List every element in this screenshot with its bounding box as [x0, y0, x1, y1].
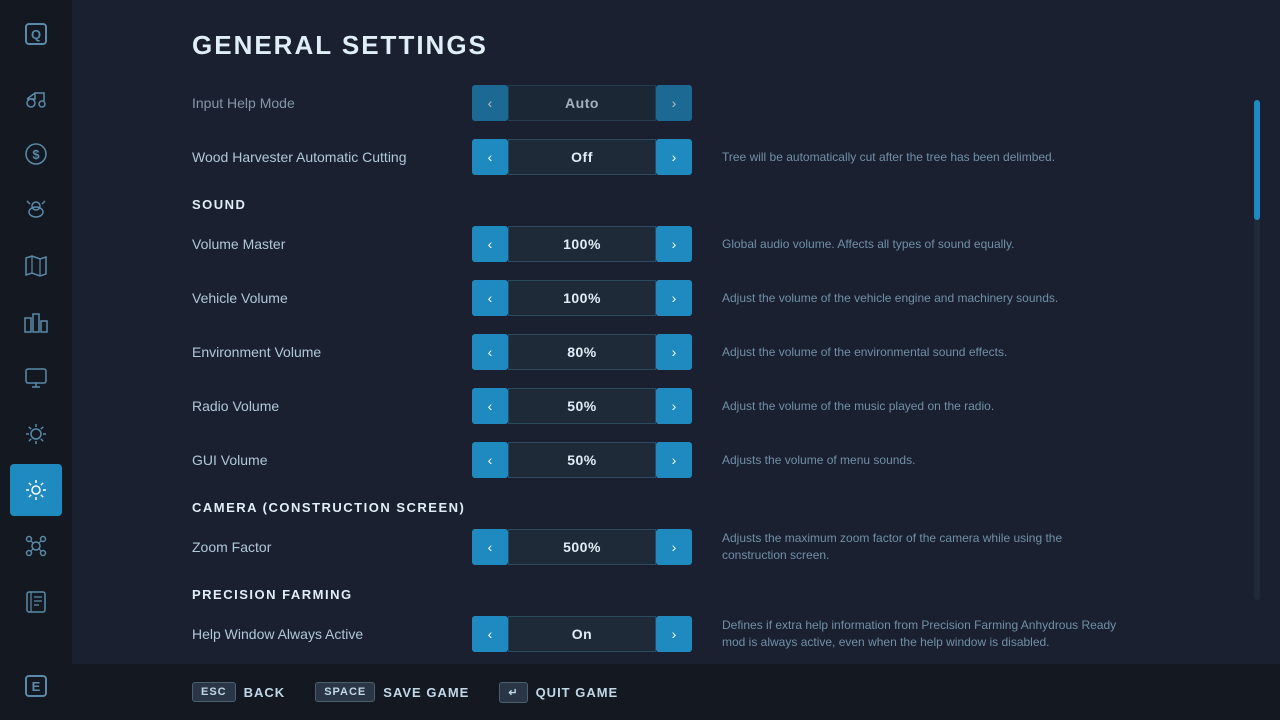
control-zoom-factor: ‹500%› [472, 529, 692, 565]
prev-btn-vehicle-volume[interactable]: ‹ [472, 280, 508, 316]
svg-text:E: E [32, 679, 41, 694]
setting-row-radio-volume: Radio Volume‹50%› Adjust the volume of th… [192, 384, 1220, 428]
sound-section: Volume Master‹100%›Global audio volume. … [192, 222, 1220, 482]
next-btn-environment-volume[interactable]: › [656, 334, 692, 370]
value-radio-volume: 50% [508, 388, 656, 424]
next-btn-volume-master[interactable]: › [656, 226, 692, 262]
sidebar-item-tractor[interactable] [10, 72, 62, 124]
bottom-bar: ESC BACK SPACE SAVE GAME ↵ QUIT GAME [72, 664, 1280, 720]
label-volume-master: Volume Master [192, 236, 472, 252]
desc-volume-master: Global audio volume. Affects all types o… [722, 236, 1014, 253]
wood-harvester-control: ‹ Off › [472, 139, 692, 175]
control-help-window: ‹On› [472, 616, 692, 652]
prev-btn-help-window[interactable]: ‹ [472, 616, 508, 652]
setting-row-environment-volume: Environment Volume‹80%› Adjust the volume… [192, 330, 1220, 374]
desc-help-window: Defines if extra help information from P… [722, 617, 1122, 651]
scrollbar-thumb[interactable] [1254, 100, 1260, 220]
label-zoom-factor: Zoom Factor [192, 539, 472, 555]
control-volume-master: ‹100%› [472, 226, 692, 262]
settings-area[interactable]: Input Help Mode ‹ Auto › Wood Harvester … [192, 81, 1240, 681]
prev-btn-volume-master[interactable]: ‹ [472, 226, 508, 262]
next-btn-zoom-factor[interactable]: › [656, 529, 692, 565]
sidebar-item-q[interactable]: Q [10, 8, 62, 60]
setting-row-help-window: Help Window Always Active‹On› Defines if … [192, 612, 1220, 656]
desc-vehicle-volume: Adjust the volume of the vehicle engine … [722, 290, 1058, 307]
quit-action[interactable]: ↵ QUIT GAME [499, 682, 618, 703]
sidebar-item-network[interactable] [10, 520, 62, 572]
back-label: BACK [244, 685, 286, 700]
scrollbar-track[interactable] [1254, 100, 1260, 600]
space-key: SPACE [315, 682, 375, 702]
setting-row-volume-master: Volume Master‹100%› Global audio volume. … [192, 222, 1220, 266]
esc-key: ESC [192, 682, 236, 702]
value-environment-volume: 80% [508, 334, 656, 370]
partial-setting-row: Input Help Mode ‹ Auto › [192, 81, 1220, 125]
sidebar-item-e[interactable]: E [10, 660, 62, 712]
partial-control: ‹ Auto › [472, 85, 692, 121]
save-label: SAVE GAME [383, 685, 469, 700]
main-content: GENERAL SETTINGS Input Help Mode ‹ Auto … [72, 0, 1280, 720]
wood-harvester-value: Off [508, 139, 656, 175]
label-help-window: Help Window Always Active [192, 626, 472, 642]
desc-radio-volume: Adjust the volume of the music played on… [722, 398, 994, 415]
partial-next-btn[interactable]: › [656, 85, 692, 121]
prev-btn-zoom-factor[interactable]: ‹ [472, 529, 508, 565]
quit-label: QUIT GAME [536, 685, 619, 700]
desc-zoom-factor: Adjusts the maximum zoom factor of the c… [722, 530, 1122, 564]
setting-row-gui-volume: GUI Volume‹50%› Adjusts the volume of men… [192, 438, 1220, 482]
partial-prev-btn[interactable]: ‹ [472, 85, 508, 121]
prev-btn-radio-volume[interactable]: ‹ [472, 388, 508, 424]
value-help-window: On [508, 616, 656, 652]
next-btn-help-window[interactable]: › [656, 616, 692, 652]
desc-environment-volume: Adjust the volume of the environmental s… [722, 344, 1007, 361]
value-volume-master: 100% [508, 226, 656, 262]
control-radio-volume: ‹50%› [472, 388, 692, 424]
value-zoom-factor: 500% [508, 529, 656, 565]
enter-key: ↵ [499, 682, 527, 703]
save-action[interactable]: SPACE SAVE GAME [315, 682, 469, 702]
svg-text:$: $ [32, 147, 40, 162]
sidebar-item-machine[interactable] [10, 408, 62, 460]
camera-section: Zoom Factor‹500%› Adjusts the maximum zoo… [192, 525, 1220, 569]
wood-harvester-desc: Tree will be automatically cut after the… [722, 149, 1055, 166]
label-environment-volume: Environment Volume [192, 344, 472, 360]
wood-harvester-label: Wood Harvester Automatic Cutting [192, 149, 472, 165]
control-vehicle-volume: ‹100%› [472, 280, 692, 316]
svg-text:Q: Q [31, 27, 41, 42]
page-title: GENERAL SETTINGS [192, 30, 1240, 61]
sidebar-item-production[interactable] [10, 296, 62, 348]
sidebar-item-map[interactable] [10, 240, 62, 292]
desc-gui-volume: Adjusts the volume of menu sounds. [722, 452, 915, 469]
back-action[interactable]: ESC BACK [192, 682, 285, 702]
sidebar-item-money[interactable]: $ [10, 128, 62, 180]
wood-harvester-row: Wood Harvester Automatic Cutting ‹ Off ›… [192, 135, 1220, 179]
sound-section-header: SOUND [192, 197, 1220, 212]
sidebar: Q $ [0, 0, 72, 720]
precision-section-header: PRECISION FARMING [192, 587, 1220, 602]
sidebar-item-settings[interactable] [10, 464, 62, 516]
partial-value: Auto [508, 85, 656, 121]
camera-section-header: CAMERA (CONSTRUCTION SCREEN) [192, 500, 1220, 515]
precision-section: Help Window Always Active‹On› Defines if … [192, 612, 1220, 656]
next-btn-vehicle-volume[interactable]: › [656, 280, 692, 316]
wood-harvester-next-btn[interactable]: › [656, 139, 692, 175]
prev-btn-environment-volume[interactable]: ‹ [472, 334, 508, 370]
control-environment-volume: ‹80%› [472, 334, 692, 370]
setting-row-vehicle-volume: Vehicle Volume‹100%› Adjust the volume of… [192, 276, 1220, 320]
sidebar-item-animals[interactable] [10, 184, 62, 236]
label-gui-volume: GUI Volume [192, 452, 472, 468]
label-radio-volume: Radio Volume [192, 398, 472, 414]
wood-harvester-prev-btn[interactable]: ‹ [472, 139, 508, 175]
sidebar-item-book[interactable] [10, 576, 62, 628]
sidebar-item-monitor[interactable] [10, 352, 62, 404]
value-gui-volume: 50% [508, 442, 656, 478]
setting-row-zoom-factor: Zoom Factor‹500%› Adjusts the maximum zoo… [192, 525, 1220, 569]
value-vehicle-volume: 100% [508, 280, 656, 316]
prev-btn-gui-volume[interactable]: ‹ [472, 442, 508, 478]
next-btn-radio-volume[interactable]: › [656, 388, 692, 424]
next-btn-gui-volume[interactable]: › [656, 442, 692, 478]
label-vehicle-volume: Vehicle Volume [192, 290, 472, 306]
partial-label: Input Help Mode [192, 95, 472, 111]
control-gui-volume: ‹50%› [472, 442, 692, 478]
